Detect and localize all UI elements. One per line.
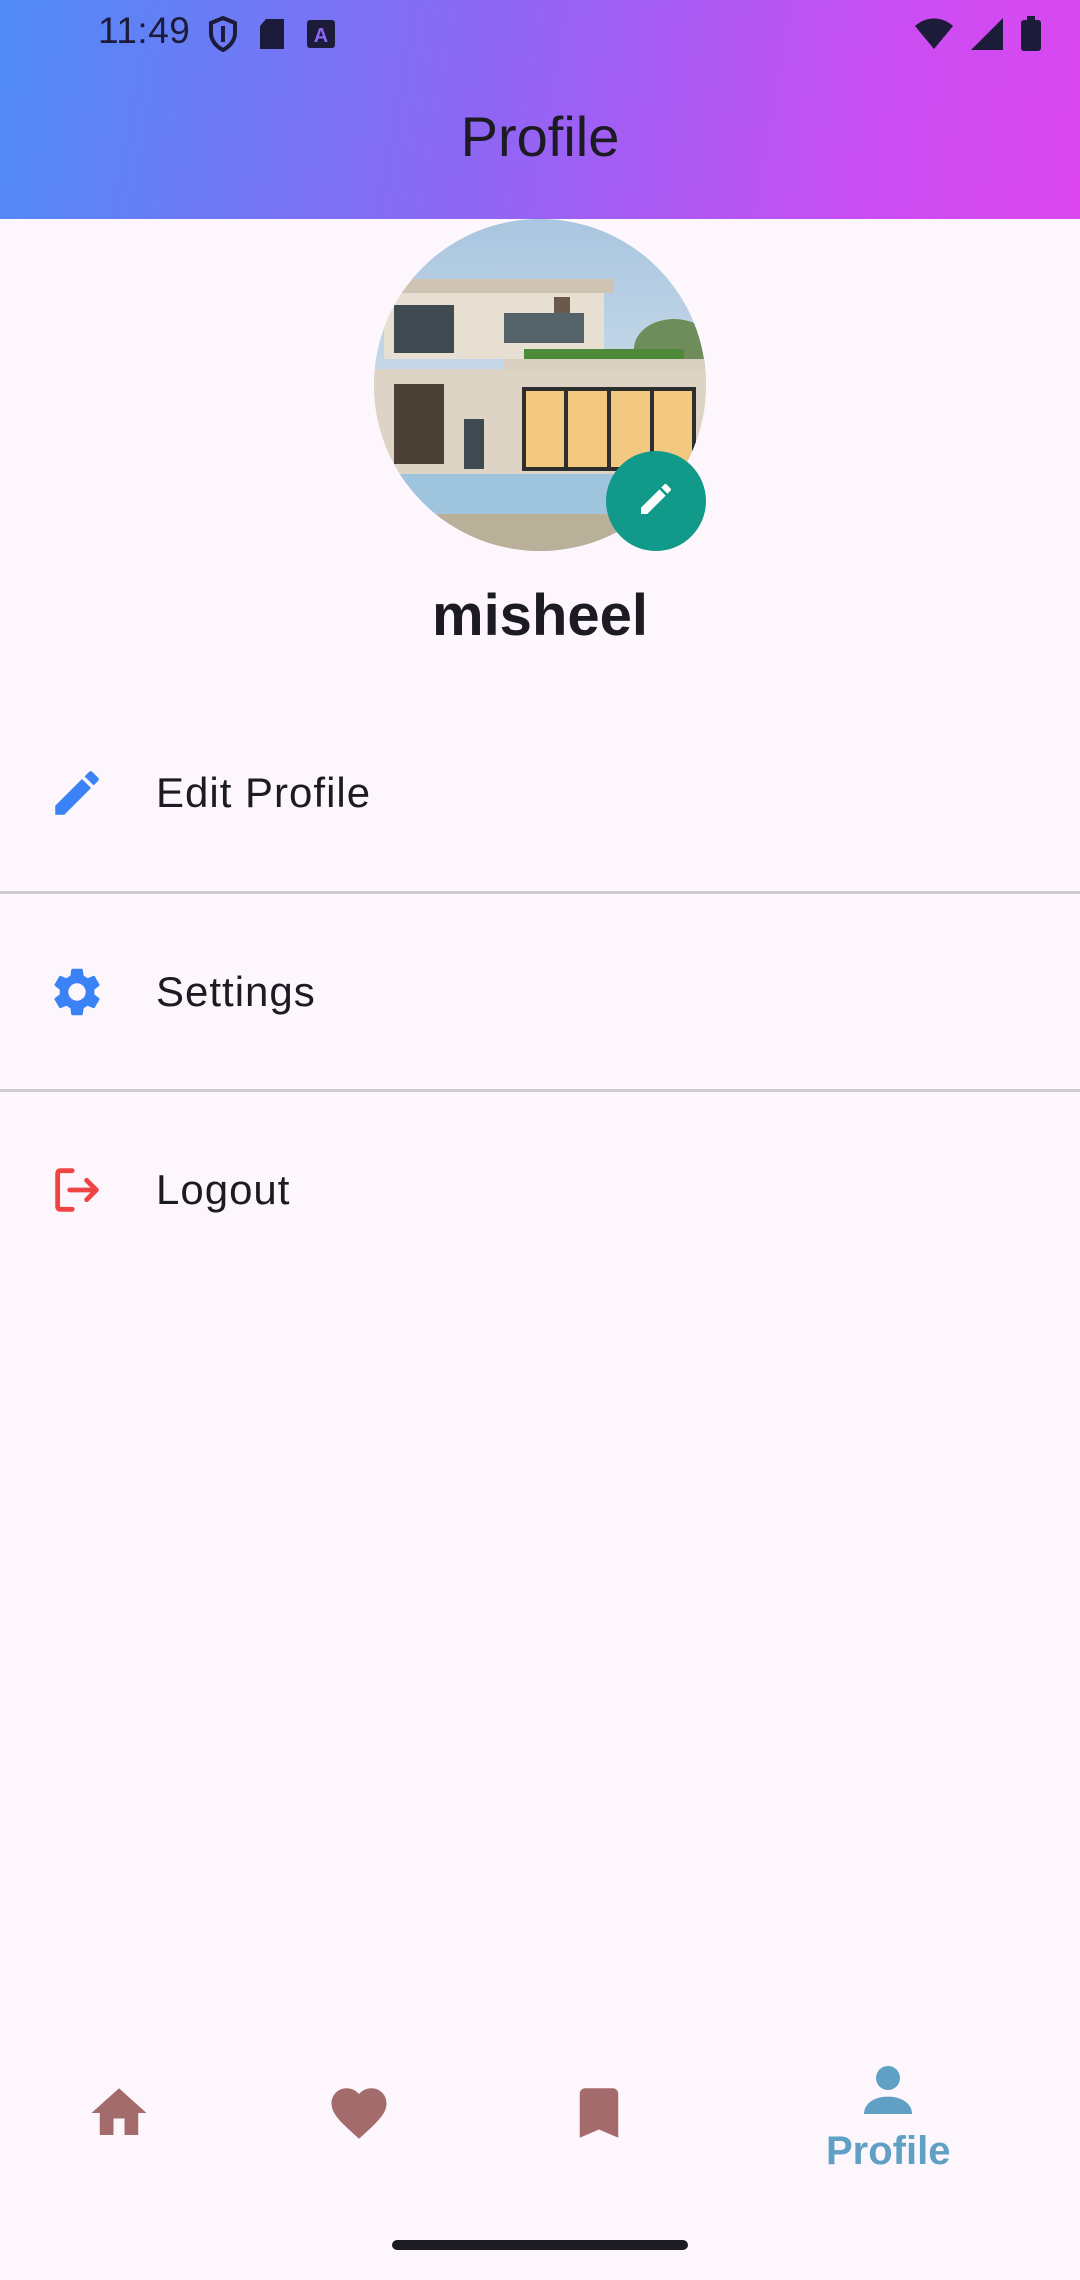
svg-text:A: A: [314, 25, 328, 47]
logout-item[interactable]: Logout: [0, 1092, 1080, 1288]
avatar-container: [374, 219, 706, 551]
edit-avatar-button[interactable]: [606, 451, 706, 551]
pencil-icon: [636, 479, 676, 524]
status-time: 11:49: [98, 10, 191, 51]
app-bar: 11:49 A Profile: [0, 0, 1080, 219]
font-a-icon: A: [306, 19, 336, 54]
nav-profile[interactable]: Profile: [826, 2058, 950, 2174]
nav-favorites[interactable]: [326, 2080, 392, 2151]
pencil-icon: [48, 764, 106, 822]
home-indicator: [392, 2240, 688, 2250]
battery-icon: [1020, 16, 1042, 57]
edit-profile-label: Edit Profile: [156, 769, 372, 816]
bookmark-icon: [566, 2080, 632, 2151]
settings-label: Settings: [156, 968, 316, 1015]
logout-label: Logout: [156, 1166, 291, 1213]
edit-profile-item[interactable]: Edit Profile: [0, 695, 1080, 891]
gear-icon: [48, 963, 106, 1021]
profile-screen: 11:49 A Profile misheel Edit Profile Set…: [0, 0, 1080, 2280]
nav-profile-label: Profile: [826, 2129, 951, 2173]
wifi-icon: [914, 18, 954, 55]
settings-item[interactable]: Settings: [0, 894, 1080, 1090]
nav-home[interactable]: [86, 2080, 152, 2151]
username: misheel: [432, 583, 648, 648]
status-bar: 11:49 A: [0, 0, 1080, 70]
person-icon: [856, 2058, 920, 2127]
nav-saved[interactable]: [566, 2080, 632, 2151]
signal-icon: [970, 17, 1004, 56]
sd-card-icon: [258, 18, 286, 55]
page-title: Profile: [460, 105, 620, 168]
heart-icon: [326, 2080, 392, 2151]
shield-icon: [208, 15, 238, 57]
logout-icon: [48, 1161, 106, 1219]
home-icon: [86, 2080, 152, 2151]
